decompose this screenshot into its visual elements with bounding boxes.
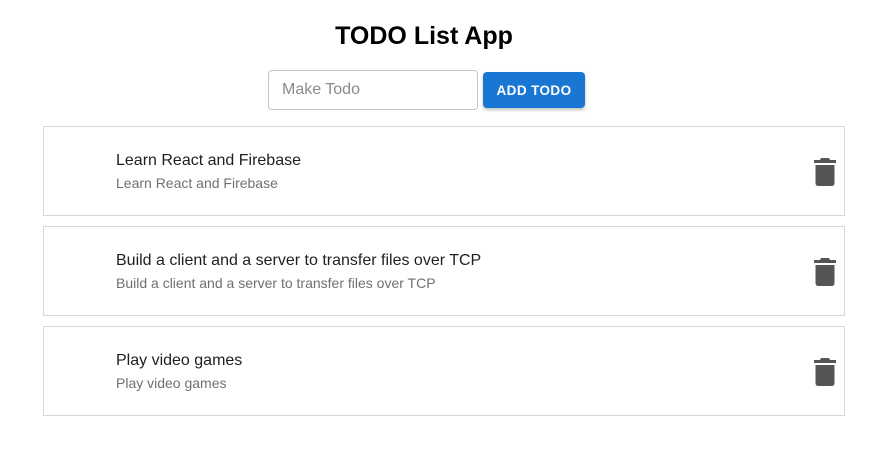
- list-item: Learn React and Firebase Learn React and…: [43, 126, 845, 216]
- delete-todo-button[interactable]: [812, 356, 838, 388]
- todo-list: Learn React and Firebase Learn React and…: [43, 126, 845, 426]
- todo-secondary-text: Learn React and Firebase: [116, 175, 278, 191]
- todo-input[interactable]: [268, 70, 478, 110]
- trash-icon: [814, 258, 836, 286]
- todo-secondary-text: Build a client and a server to transfer …: [116, 275, 436, 291]
- trash-icon: [814, 158, 836, 186]
- delete-todo-button[interactable]: [812, 256, 838, 288]
- trash-icon: [814, 358, 836, 386]
- list-item: Play video games Play video games: [43, 326, 845, 416]
- page-title: TODO List App: [335, 22, 513, 50]
- add-todo-button[interactable]: ADD TODO: [483, 72, 585, 108]
- add-todo-form: ADD TODO: [268, 70, 585, 110]
- todo-primary-text: Play video games: [116, 352, 243, 369]
- todo-primary-text: Build a client and a server to transfer …: [116, 252, 482, 269]
- delete-todo-button[interactable]: [812, 156, 838, 188]
- todo-secondary-text: Play video games: [116, 375, 227, 391]
- todo-primary-text: Learn React and Firebase: [116, 152, 301, 169]
- list-item: Build a client and a server to transfer …: [43, 226, 845, 316]
